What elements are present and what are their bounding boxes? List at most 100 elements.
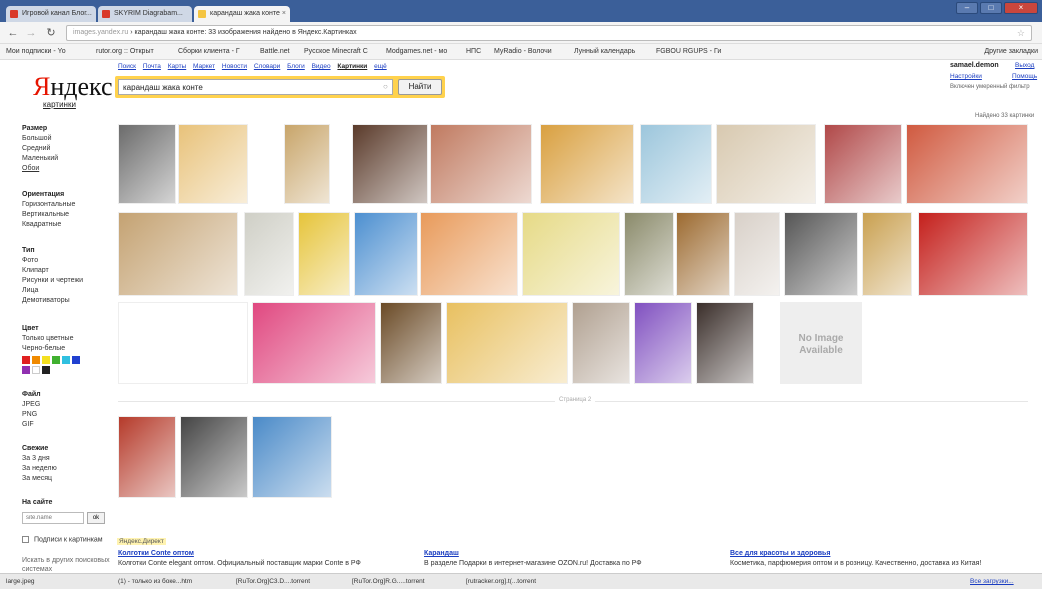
color-swatch-white[interactable] [32,366,40,374]
color-swatch-purple[interactable] [22,366,30,374]
result-thumbnail[interactable]: No Image Available [780,302,862,384]
search-input[interactable] [118,79,393,95]
tab-close-icon[interactable]: × [282,6,286,22]
result-thumbnail[interactable] [640,124,712,204]
result-thumbnail[interactable] [540,124,634,204]
bookmark-item[interactable]: Мои подписки - Yo [6,44,66,59]
ad-title[interactable]: Все для красоты и здоровья [730,549,1030,559]
color-swatch-black[interactable] [42,366,50,374]
result-thumbnail[interactable] [430,124,532,204]
result-thumbnail[interactable] [244,212,294,296]
filter-option[interactable]: Квадратные [22,220,112,230]
filter-option[interactable]: Черно-белые [22,344,112,354]
url-input[interactable]: images.yandex.ru › карандаш жака конте: … [66,25,1032,41]
result-thumbnail[interactable] [624,212,674,296]
result-thumbnail[interactable] [446,302,568,384]
maximize-button[interactable]: □ [980,2,1002,14]
service-blogs[interactable]: Блоги [287,63,305,70]
result-thumbnail[interactable] [918,212,1028,296]
result-thumbnail[interactable] [734,212,780,296]
color-swatch-blue[interactable] [72,356,80,364]
service-more[interactable]: ещё [374,63,387,70]
filter-option[interactable]: Рисунки и чертежи [22,276,112,286]
result-thumbnail[interactable] [572,302,630,384]
browser-tab-1[interactable]: Игровой канал Блог... [6,6,96,22]
result-thumbnail[interactable] [178,124,248,204]
result-thumbnail[interactable] [716,124,816,204]
clear-search-icon[interactable]: ○ [383,79,388,95]
bookmark-item[interactable]: FGBOU RGUPS - Ги [656,44,721,59]
result-thumbnail[interactable] [354,212,418,296]
captions-toggle[interactable]: Подписи к картинкам [22,536,103,543]
logo-subtitle[interactable]: картинки [43,100,76,109]
user-name[interactable]: samael.demon [950,62,999,69]
forward-arrow-icon[interactable]: → [24,26,38,40]
filter-option[interactable]: За неделю [22,464,112,474]
color-swatch-cyan[interactable] [62,356,70,364]
bookmark-item[interactable]: Battle.net [260,44,290,59]
result-thumbnail[interactable] [284,124,330,204]
minimize-button[interactable]: – [956,2,978,14]
filter-option[interactable]: Клипарт [22,266,112,276]
site-ok-button[interactable]: ok [87,512,105,524]
result-thumbnail[interactable] [676,212,730,296]
filter-option[interactable]: Фото [22,256,112,266]
settings-link[interactable]: Настройки [950,73,982,80]
service-video[interactable]: Видео [312,63,331,70]
browser-tab-3[interactable]: карандаш жака конте × [194,6,290,22]
bookmark-item[interactable]: НПС [466,44,481,59]
result-thumbnail[interactable] [824,124,902,204]
filter-option[interactable]: GIF [22,420,112,430]
result-thumbnail[interactable] [252,416,332,498]
service-mail[interactable]: Почта [143,63,161,70]
filter-option[interactable]: Горизонтальные [22,200,112,210]
download-item[interactable]: (1) - только из боке...htm [118,574,192,589]
result-thumbnail[interactable] [118,124,176,204]
bookmark-item[interactable]: rutor.org :: Открыт [96,44,154,59]
color-swatch-red[interactable] [22,356,30,364]
all-downloads-link[interactable]: Все загрузки... [970,574,1014,589]
reload-icon[interactable]: ↻ [44,26,58,40]
search-button[interactable]: Найти [398,79,442,95]
color-swatch-orange[interactable] [32,356,40,364]
help-link[interactable]: Помощь [1012,73,1037,80]
filter-option[interactable]: Только цветные [22,334,112,344]
bookmark-item[interactable]: Лунный календарь [574,44,635,59]
filter-option[interactable]: Вертикальные [22,210,112,220]
bookmark-item[interactable]: Русское Minecraft С [304,44,368,59]
site-input[interactable] [22,512,84,524]
service-market[interactable]: Маркет [193,63,215,70]
service-images[interactable]: Картинки [337,63,367,70]
back-arrow-icon[interactable]: ← [6,26,20,40]
filter-option[interactable]: Обои [22,164,112,174]
service-search[interactable]: Поиск [118,63,136,70]
filter-option[interactable]: Лица [22,286,112,296]
download-item[interactable]: [rutracker.org].t(...torrent [466,574,536,589]
browser-tab-2[interactable]: SKYRIM Diagrabam... [98,6,192,22]
result-thumbnail[interactable] [784,212,858,296]
result-thumbnail[interactable] [298,212,350,296]
result-thumbnail[interactable] [252,302,376,384]
color-swatch-green[interactable] [52,356,60,364]
filter-option[interactable]: Большой [22,134,112,144]
filter-option[interactable]: За месяц [22,474,112,484]
result-thumbnail[interactable] [420,212,518,296]
filter-option[interactable]: PNG [22,410,112,420]
service-dictionaries[interactable]: Словари [254,63,280,70]
download-item[interactable]: [RuTor.Org]R.G.....torrent [352,574,425,589]
download-item[interactable]: [RuTor.Org]C3.D....torrent [236,574,310,589]
result-thumbnail[interactable] [118,302,248,384]
result-thumbnail[interactable] [180,416,248,498]
result-thumbnail[interactable] [352,124,428,204]
ad-title[interactable]: Карандаш [424,549,724,559]
bookmark-item[interactable]: Modgames.net - мо [386,44,447,59]
captions-checkbox[interactable] [22,536,29,543]
logout-link[interactable]: Выход [1015,62,1034,69]
filter-option[interactable]: Маленький [22,154,112,164]
result-thumbnail[interactable] [906,124,1028,204]
download-item[interactable]: large.jpeg [6,574,35,589]
result-thumbnail[interactable] [522,212,620,296]
result-thumbnail[interactable] [634,302,692,384]
result-thumbnail[interactable] [118,416,176,498]
result-thumbnail[interactable] [118,212,238,296]
